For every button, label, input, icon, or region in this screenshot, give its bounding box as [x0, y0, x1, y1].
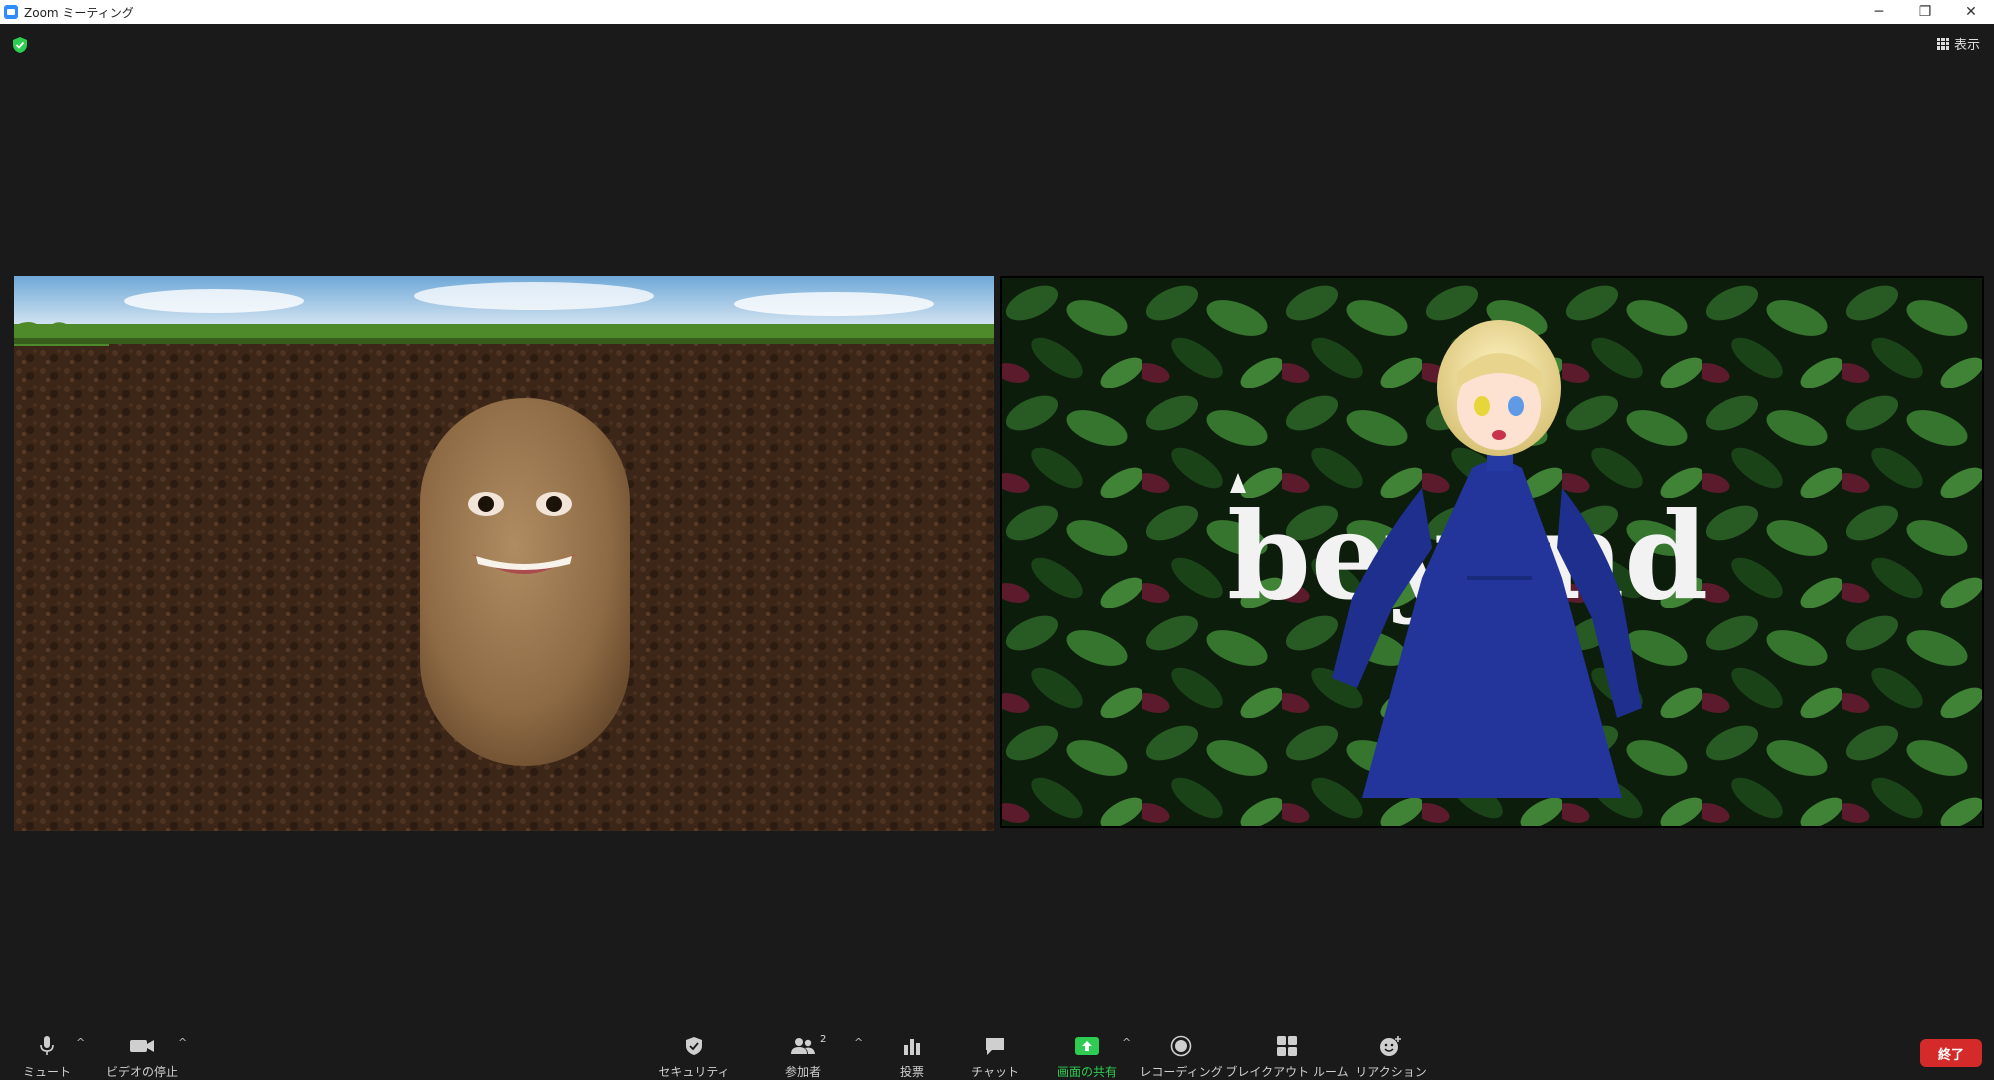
microphone-icon	[39, 1032, 55, 1059]
share-screen-icon	[1074, 1032, 1100, 1059]
end-meeting-button[interactable]: 終了	[1920, 1039, 1982, 1067]
view-label: 表示	[1953, 38, 1980, 53]
participant-video-potato[interactable]	[14, 276, 994, 831]
polls-button[interactable]: 投票	[892, 1014, 932, 1080]
mute-label: ミュート	[22, 1065, 71, 1079]
security-shield-icon	[685, 1032, 703, 1059]
polls-bar-chart-icon	[902, 1032, 922, 1059]
breakout-rooms-label: ブレイクアウト ルーム	[1225, 1065, 1349, 1079]
encryption-shield-icon[interactable]	[12, 36, 28, 54]
grid-view-icon	[1936, 37, 1949, 50]
breakout-rooms-icon	[1276, 1032, 1298, 1059]
audio-options-caret[interactable]: ^	[76, 1036, 85, 1049]
view-button[interactable]: 表示	[1936, 34, 1980, 53]
reactions-button[interactable]: リアクション	[1355, 1014, 1427, 1080]
stop-video-button[interactable]: ビデオの停止	[104, 1014, 180, 1080]
window-controls: ─ ❐ ✕	[1856, 0, 1994, 24]
recording-label: レコーディング	[1139, 1065, 1223, 1079]
polls-label: 投票	[899, 1065, 924, 1079]
participants-count: 2	[820, 1034, 827, 1045]
share-screen-button[interactable]: 画面の共有	[1052, 1014, 1122, 1080]
reactions-smiley-icon	[1379, 1032, 1403, 1059]
recording-button[interactable]: レコーディング	[1139, 1014, 1223, 1080]
chat-bubble-icon	[984, 1032, 1006, 1059]
reactions-label: リアクション	[1355, 1065, 1427, 1079]
breakout-rooms-button[interactable]: ブレイクアウト ルーム	[1225, 1014, 1349, 1080]
participants-icon	[790, 1032, 816, 1059]
video-label: ビデオの停止	[105, 1065, 178, 1079]
participants-button[interactable]: 参加者	[778, 1014, 828, 1080]
mute-button[interactable]: ミュート	[22, 1014, 72, 1080]
participants-options-caret[interactable]: ^	[854, 1036, 863, 1049]
potato-video-frame	[14, 276, 994, 831]
title-bar: Zoom ミーティング ─ ❐ ✕	[0, 0, 1994, 24]
minimize-button[interactable]: ─	[1856, 0, 1902, 24]
video-camera-icon	[129, 1032, 155, 1059]
video-options-caret[interactable]: ^	[178, 1036, 187, 1049]
meeting-area: 表示	[0, 24, 1994, 1014]
close-button[interactable]: ✕	[1948, 0, 1994, 24]
restore-button[interactable]: ❐	[1902, 0, 1948, 24]
participants-label: 参加者	[784, 1065, 821, 1079]
security-button[interactable]: セキュリティ	[658, 1014, 730, 1080]
record-icon	[1170, 1032, 1192, 1059]
chat-button[interactable]: チャット	[971, 1014, 1019, 1080]
meeting-toolbar: ミュート ^ ビデオの停止 ^ セキュリティ 参加者 2 ^ 投票 チャット 画…	[0, 1014, 1994, 1080]
security-label: セキュリティ	[658, 1065, 730, 1079]
chat-label: チャット	[971, 1065, 1019, 1079]
share-screen-label: 画面の共有	[1056, 1065, 1117, 1079]
window-title: Zoom ミーティング	[24, 5, 134, 20]
zoom-app-icon	[4, 5, 18, 19]
avatar-video-frame: beyond	[1002, 278, 1982, 826]
share-options-caret[interactable]: ^	[1122, 1036, 1131, 1049]
participant-video-avatar[interactable]: beyond	[1000, 276, 1984, 828]
